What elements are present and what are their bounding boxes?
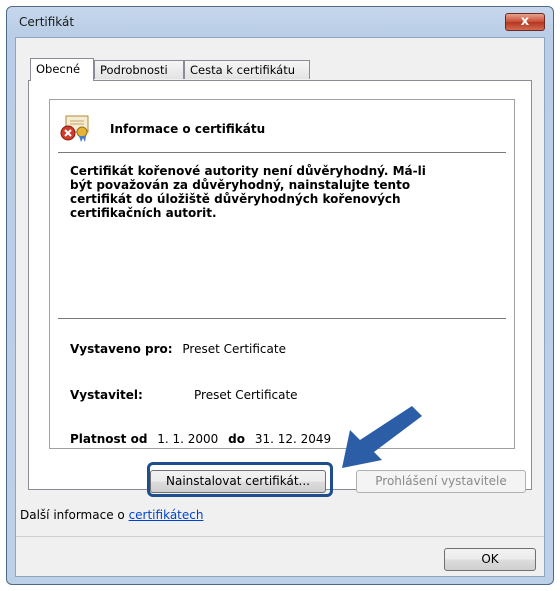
footer-divider bbox=[16, 536, 544, 537]
valid-to-value: 31. 12. 2049 bbox=[254, 432, 332, 446]
general-tab-panel: Informace o certifikátu Certifikát kořen… bbox=[28, 80, 532, 490]
certificate-info-box: Informace o certifikátu Certifikát kořen… bbox=[49, 99, 515, 449]
certificate-dialog: Certifikát x Obecné Podrobnosti Cesta k … bbox=[6, 6, 554, 585]
issuer-label: Vystavitel: bbox=[70, 388, 143, 402]
tab-general-label: Obecné bbox=[36, 62, 81, 76]
valid-from-value: 1. 1. 2000 bbox=[157, 432, 219, 446]
issuer-row: Vystavitel: Preset Certificate bbox=[70, 388, 298, 402]
close-button[interactable]: x bbox=[505, 13, 545, 31]
info-header: Informace o certifikátu bbox=[50, 100, 514, 152]
divider bbox=[58, 318, 506, 319]
certificates-link[interactable]: certifikátech bbox=[129, 508, 204, 522]
tab-details-label: Podrobnosti bbox=[100, 63, 168, 77]
tab-details[interactable]: Podrobnosti bbox=[94, 60, 184, 79]
issued-to-label: Vystaveno pro: bbox=[70, 342, 173, 356]
issuer-statement-label: Prohlášení vystavitele bbox=[375, 474, 507, 488]
warning-line: být považován za důvěryhodný, nainstaluj… bbox=[70, 178, 411, 192]
title-bar[interactable]: Certifikát x bbox=[7, 7, 553, 37]
untrusted-root-warning: Certifikát kořenové autority není důvěry… bbox=[70, 164, 490, 220]
info-title: Informace o certifikátu bbox=[110, 122, 266, 136]
tab-certification-path-label: Cesta k certifikátu bbox=[190, 63, 295, 77]
warning-line: certifikát do úložiště důvěryhodných koř… bbox=[70, 192, 401, 206]
certificate-error-icon bbox=[60, 115, 89, 142]
valid-from-label: Platnost od bbox=[70, 432, 148, 446]
issued-to-row: Vystaveno pro: Preset Certificate bbox=[70, 342, 286, 356]
window-title: Certifikát bbox=[19, 15, 75, 29]
issued-to-value: Preset Certificate bbox=[182, 342, 286, 356]
tab-general[interactable]: Obecné bbox=[30, 58, 94, 81]
close-icon: x bbox=[520, 14, 530, 29]
ok-button[interactable]: OK bbox=[444, 548, 536, 571]
pointer-arrow-icon bbox=[342, 406, 422, 468]
more-info-text: Další informace o certifikátech bbox=[20, 508, 203, 522]
more-info-prefix: Další informace o bbox=[20, 508, 129, 522]
tab-certification-path[interactable]: Cesta k certifikátu bbox=[184, 60, 310, 79]
ok-label: OK bbox=[481, 552, 499, 566]
issuer-value: Preset Certificate bbox=[194, 388, 298, 402]
valid-to-label: do bbox=[228, 432, 245, 446]
warning-line: certifikačních autorit. bbox=[70, 206, 217, 220]
divider bbox=[58, 152, 506, 153]
warning-line: Certifikát kořenové autority není důvěry… bbox=[70, 164, 426, 178]
validity-row: Platnost od 1. 1. 2000 do 31. 12. 2049 bbox=[70, 432, 331, 446]
install-button-highlight bbox=[147, 462, 333, 497]
